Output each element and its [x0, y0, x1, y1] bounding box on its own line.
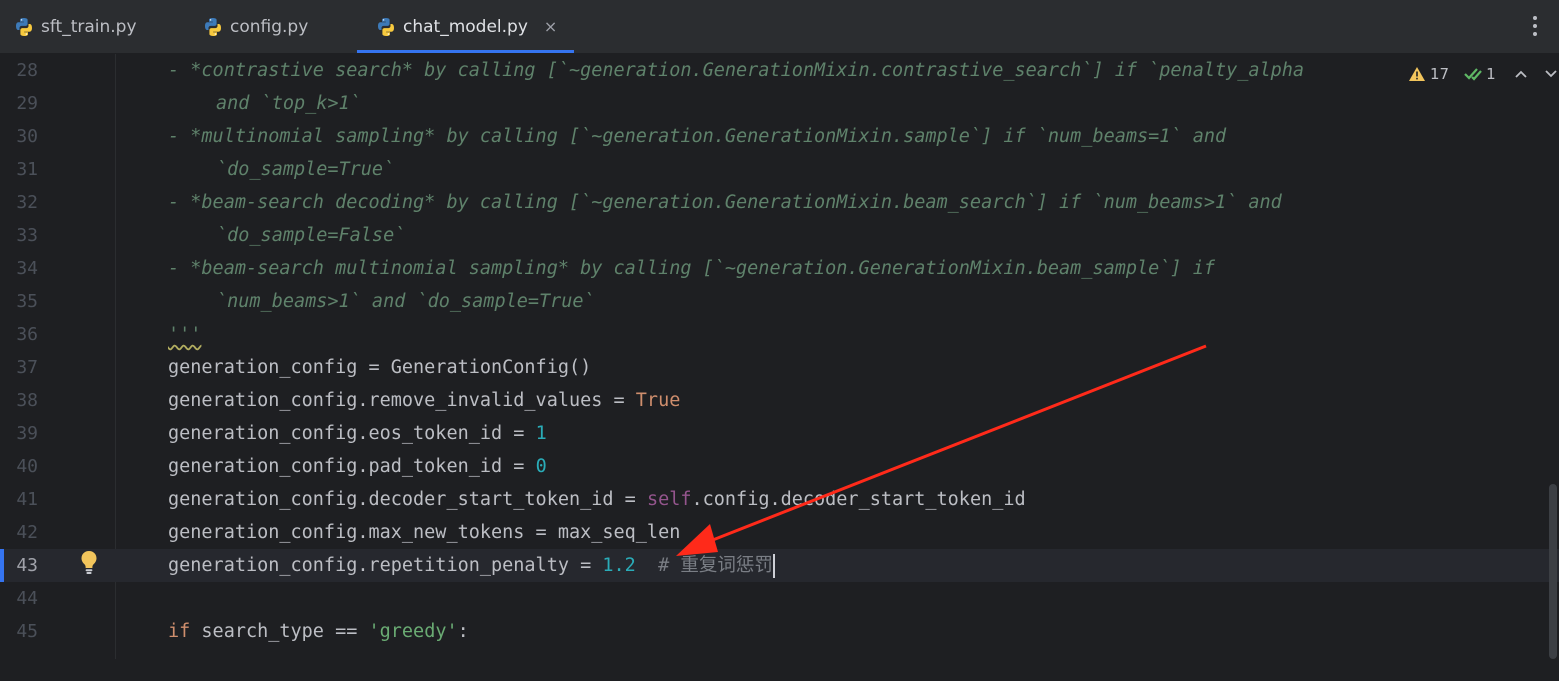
warning-triangle-icon: [1409, 67, 1425, 81]
code-text: generation_config.max_new_tokens = max_s…: [168, 522, 681, 543]
check-count: 1: [1486, 65, 1496, 83]
line-number: 34: [16, 258, 38, 279]
code-line: 45 if search_type == 'greedy':: [0, 615, 1559, 648]
code-token: generation_config.decoder_start_token_id…: [168, 489, 647, 510]
line-number: 40: [16, 456, 38, 477]
number-token: 1.2: [602, 555, 636, 576]
docstring-end: ''': [168, 324, 202, 345]
code-line: 33 `do_sample=False`: [0, 219, 1559, 252]
lightbulb-icon[interactable]: [80, 550, 98, 576]
code-text: and `top_k>1`: [216, 93, 361, 114]
line-number: 30: [16, 126, 38, 147]
line-number: 42: [16, 522, 38, 543]
chevron-up-icon[interactable]: [1514, 69, 1528, 79]
tab-config[interactable]: config.py: [203, 0, 308, 53]
inspection-widget[interactable]: 17 1: [1404, 62, 1558, 86]
code-text: - *beam-search multinomial sampling* by …: [168, 258, 1215, 279]
code-line: 36 ''': [0, 318, 1559, 351]
tab-label: chat_model.py: [403, 16, 528, 37]
code-line: 37 generation_config = GenerationConfig(…: [0, 351, 1559, 384]
python-icon: [205, 17, 221, 36]
code-line: 35 `num_beams>1` and `do_sample=True`: [0, 285, 1559, 318]
warning-count: 17: [1430, 65, 1450, 83]
code-text: generation_config.decoder_start_token_id…: [168, 483, 1026, 516]
self-token: self: [646, 489, 692, 510]
line-number: 33: [16, 225, 38, 246]
tab-sft-train[interactable]: sft_train.py: [14, 0, 137, 53]
tab-label: config.py: [230, 16, 309, 37]
code-token: generation_config.pad_token_id =: [168, 456, 536, 477]
code-text: if search_type == 'greedy':: [168, 615, 469, 648]
code-text: - *contrastive search* by calling [`~gen…: [168, 60, 1305, 81]
vertical-scrollbar[interactable]: [1547, 54, 1559, 659]
code-line: 31 `do_sample=True`: [0, 153, 1559, 186]
close-icon[interactable]: ×: [544, 17, 557, 36]
tab-label: sft_train.py: [41, 16, 137, 37]
code-line: 34 - *beam-search multinomial sampling* …: [0, 252, 1559, 285]
current-code-line: 43 generation_config.repetition_penalty …: [0, 549, 1559, 582]
line-number: 44: [16, 588, 38, 609]
code-line: 29 and `top_k>1`: [0, 87, 1559, 120]
line-number: 32: [16, 192, 38, 213]
code-line: 28 - *contrastive search* by calling [`~…: [0, 54, 1559, 87]
code-text: - *beam-search decoding* by calling [`~g…: [168, 192, 1282, 213]
code-token: generation_config.eos_token_id =: [168, 423, 536, 444]
code-editor[interactable]: 28 - *contrastive search* by calling [`~…: [0, 54, 1559, 659]
line-number: 39: [16, 423, 38, 444]
code-text: generation_config = GenerationConfig(): [168, 357, 592, 378]
text-caret: [772, 554, 775, 578]
code-line: 39 generation_config.eos_token_id = 1: [0, 417, 1559, 450]
line-number: 45: [16, 621, 38, 642]
scrollbar-thumb[interactable]: [1549, 484, 1557, 659]
code-token: :: [457, 621, 469, 642]
code-text: `do_sample=True`: [216, 159, 395, 180]
comment-token: # 重复词惩罚: [635, 555, 773, 576]
code-line: 40 generation_config.pad_token_id = 0: [0, 450, 1559, 483]
code-text: `num_beams>1` and `do_sample=True`: [216, 291, 595, 312]
line-number: 29: [16, 93, 38, 114]
line-number: 37: [16, 357, 38, 378]
code-line: 41 generation_config.decoder_start_token…: [0, 483, 1559, 516]
line-number: 35: [16, 291, 38, 312]
code-token: search_type ==: [190, 621, 369, 642]
code-line: 32 - *beam-search decoding* by calling […: [0, 186, 1559, 219]
tab-chat-model[interactable]: chat_model.py ×: [357, 0, 575, 53]
code-text: generation_config.repetition_penalty = 1…: [168, 549, 775, 582]
line-number: 41: [16, 489, 38, 510]
code-text: - *multinomial sampling* by calling [`~g…: [168, 126, 1227, 147]
code-text: `do_sample=False`: [216, 225, 406, 246]
line-number: 28: [16, 60, 38, 81]
code-line: 38 generation_config.remove_invalid_valu…: [0, 384, 1559, 417]
code-line: 44: [0, 582, 1559, 615]
code-text: generation_config.remove_invalid_values …: [168, 384, 680, 417]
code-text: generation_config.eos_token_id = 1: [168, 417, 547, 450]
code-text: generation_config.pad_token_id = 0: [168, 450, 547, 483]
code-token: generation_config.remove_invalid_values …: [168, 390, 636, 411]
line-number: 31: [16, 159, 38, 180]
line-number: 36: [16, 324, 38, 345]
code-line: 42 generation_config.max_new_tokens = ma…: [0, 516, 1559, 549]
line-number: 43: [16, 555, 38, 576]
python-icon: [16, 17, 32, 36]
line-number: 38: [16, 390, 38, 411]
keyword-token: if: [168, 621, 191, 642]
code-token: generation_config.repetition_penalty =: [168, 555, 603, 576]
code-line: 30 - *multinomial sampling* by calling […: [0, 120, 1559, 153]
double-check-icon: [1464, 68, 1482, 81]
more-vertical-icon[interactable]: [1525, 11, 1545, 41]
number-token: 0: [535, 456, 547, 477]
keyword-token: True: [635, 390, 681, 411]
string-token: 'greedy': [368, 621, 458, 642]
editor-tab-bar: sft_train.py config.py chat_model.py ×: [0, 0, 1559, 54]
number-token: 1: [535, 423, 547, 444]
python-icon: [378, 17, 394, 36]
code-token: .config.decoder_start_token_id: [691, 489, 1026, 510]
